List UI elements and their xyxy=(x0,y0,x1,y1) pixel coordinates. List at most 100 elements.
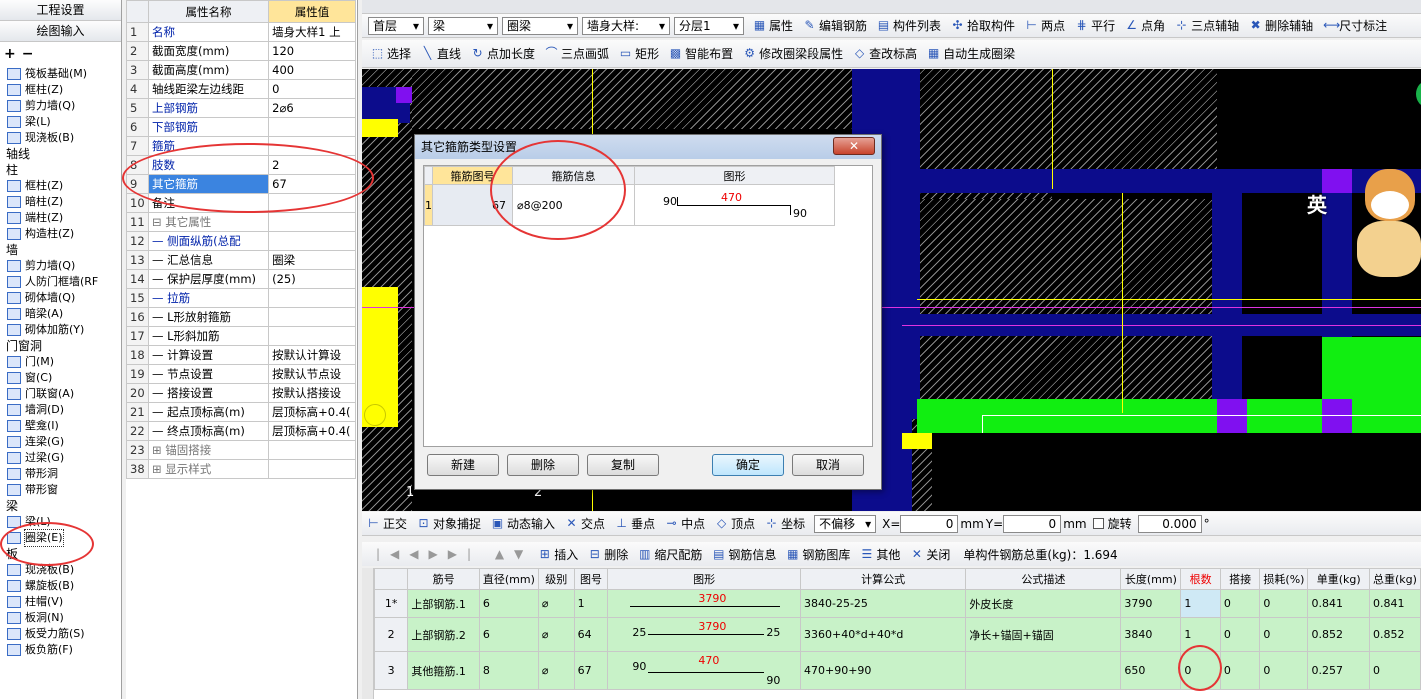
rebar-cell-code[interactable]: 1 xyxy=(573,589,609,618)
property-value[interactable]: 0 xyxy=(268,79,356,99)
toolbar-item[interactable]: ✣ 拾取构件 xyxy=(946,17,1020,34)
toolbar-item[interactable]: ✖ 删除辅轴 xyxy=(1244,17,1318,34)
tree-item[interactable]: 带形洞 xyxy=(0,466,121,482)
tree-item[interactable]: 墙洞(D) xyxy=(0,402,121,418)
rebar-cell-total[interactable]: 0.852 xyxy=(1368,617,1421,652)
dialog-close-button[interactable]: ✕ xyxy=(833,137,875,155)
tree-item[interactable]: 现浇板(B) xyxy=(0,130,121,146)
tree-item[interactable]: 板受力筋(S) xyxy=(0,626,121,642)
property-value[interactable]: 按默认节点设 xyxy=(268,364,356,384)
tree-item[interactable]: 梁 xyxy=(0,498,121,514)
stirrup-row[interactable]: 1 67 ⌀8@200 90 470 90 xyxy=(424,184,835,226)
rebar-cell-total[interactable]: 0.841 xyxy=(1368,589,1421,618)
rebar-cell-name[interactable]: 其他箍筋.1 xyxy=(407,651,480,690)
layer-select[interactable]: 分层1 ▾ xyxy=(674,16,744,35)
draw-tool-item[interactable]: ⌒ 三点画弧 xyxy=(540,45,614,62)
rebar-cell-code[interactable]: 67 xyxy=(573,651,609,690)
rebar-cell-unit[interactable]: 0.852 xyxy=(1307,617,1370,652)
property-value[interactable] xyxy=(268,231,356,251)
property-row[interactable]: 12— 侧面纵筋(总配 xyxy=(126,231,356,251)
property-row[interactable]: 23 ⊞ 锚固搭接 xyxy=(126,440,356,460)
draw-tool-item[interactable]: ╲ 直线 xyxy=(416,45,466,62)
tree-item[interactable]: 板洞(N) xyxy=(0,610,121,626)
delete-button[interactable]: 删除 xyxy=(507,454,579,476)
type-select[interactable]: 梁 ▾ xyxy=(428,16,498,35)
property-row[interactable]: 14— 保护层厚度(mm) (25) xyxy=(126,269,356,289)
rebar-shape-cell[interactable]: 3790 xyxy=(607,589,801,618)
rebar-cell-lap[interactable]: 0 xyxy=(1219,617,1261,652)
property-row[interactable]: 3 截面高度(mm) 400 xyxy=(126,60,356,80)
rebar-cell-formula[interactable]: 3840-25-25 xyxy=(799,589,967,618)
property-row[interactable]: 16— L形放射箍筋 xyxy=(126,307,356,327)
tree-item[interactable]: 剪力墙(Q) xyxy=(0,258,121,274)
tree-item[interactable]: 筏板基础(M) xyxy=(0,66,121,82)
tree-item[interactable]: 暗梁(A) xyxy=(0,306,121,322)
property-row[interactable]: 19— 节点设置 按默认节点设 xyxy=(126,364,356,384)
tree-item[interactable]: 梁(L) xyxy=(0,114,121,130)
tree-item[interactable]: 框柱(Z) xyxy=(0,82,121,98)
cancel-button[interactable]: 取消 xyxy=(792,454,864,476)
tree-item[interactable]: 柱帽(V) xyxy=(0,594,121,610)
rebar-cell-unit[interactable]: 0.841 xyxy=(1307,589,1370,618)
toolbar-item[interactable]: ▤ 构件列表 xyxy=(872,17,946,34)
rebar-cell-formula[interactable]: 470+90+90 xyxy=(799,651,967,690)
snap-item[interactable]: ✕ 交点 xyxy=(560,515,610,532)
tree-item[interactable]: 构造柱(Z) xyxy=(0,226,121,242)
property-row[interactable]: 17— L形斜加筋 xyxy=(126,326,356,346)
property-value[interactable] xyxy=(268,326,356,346)
toolbar-item[interactable]: ⟷ 尺寸标注 xyxy=(1318,17,1392,34)
draw-tool-item[interactable]: ⚙ 修改圈梁段属性 xyxy=(738,45,848,62)
tree-item[interactable]: 人防门框墙(RF xyxy=(0,274,121,290)
tree-item[interactable]: 壁龛(I) xyxy=(0,418,121,434)
property-value[interactable]: 墙身大样1 上 xyxy=(268,22,356,42)
rebar-row[interactable]: 1* 上部钢筋.1 6 ⌀ 1 3790 3840-25-25 外皮长度 3790 1 0 0 0.84… xyxy=(374,589,1421,618)
tree-item[interactable]: 砌体加筋(Y) xyxy=(0,322,121,338)
rebar-shape-cell[interactable]: 25 3790 25 xyxy=(607,617,801,652)
property-value[interactable]: 120 xyxy=(268,41,356,61)
rebar-cell-count[interactable]: 1 xyxy=(1180,589,1221,618)
draw-tool-item[interactable]: ▭ 矩形 xyxy=(614,45,664,62)
tree-item[interactable]: 螺旋板(B) xyxy=(0,578,121,594)
rebar-shape-cell[interactable]: 90 470 90 xyxy=(607,651,801,690)
tree-item[interactable]: 轴线 xyxy=(0,146,121,162)
rebar-cell-lap[interactable]: 0 xyxy=(1219,589,1261,618)
tree-item[interactable]: 窗(C) xyxy=(0,370,121,386)
property-row[interactable]: 38 ⊞ 显示样式 xyxy=(126,459,356,479)
rebar-tool-item[interactable]: ▥ 缩尺配筋 xyxy=(633,546,707,563)
x-input[interactable]: 0 xyxy=(900,514,959,533)
rebar-cell-grade[interactable]: ⌀ xyxy=(537,589,575,618)
rebar-tool-item[interactable]: ☰ 其他 xyxy=(855,546,905,563)
property-row[interactable]: 21— 起点顶标高(m) 层顶标高+0.4( xyxy=(126,402,356,422)
nav-arrows[interactable]: |◀◀▶▶| ▲▼ xyxy=(376,547,533,561)
rebar-cell-grade[interactable]: ⌀ xyxy=(537,617,575,652)
tree-item[interactable]: 暗柱(Z) xyxy=(0,194,121,210)
property-row[interactable]: 5 上部钢筋 2⌀6 xyxy=(126,98,356,118)
element-select[interactable]: 墙身大样: ▾ xyxy=(582,16,670,35)
subtype-select[interactable]: 圈梁 ▾ xyxy=(502,16,578,35)
property-value[interactable]: 按默认计算设 xyxy=(268,345,356,365)
rebar-cell-loss[interactable]: 0 xyxy=(1259,589,1309,618)
draw-tool-item[interactable]: ⬚ 选择 xyxy=(366,45,416,62)
y-input[interactable]: 0 xyxy=(1003,514,1062,533)
snap-item[interactable]: ◇ 顶点 xyxy=(710,515,760,532)
tree-item[interactable]: 过梁(G) xyxy=(0,450,121,466)
tree-item[interactable]: 带形窗 xyxy=(0,482,121,498)
tree-item[interactable]: 端柱(Z) xyxy=(0,210,121,226)
tree-item[interactable]: 门联窗(A) xyxy=(0,386,121,402)
property-value[interactable] xyxy=(268,440,356,460)
rebar-tool-item[interactable]: ⊟ 删除 xyxy=(583,546,633,563)
tree-item[interactable]: 砌体墙(Q) xyxy=(0,290,121,306)
draw-tool-item[interactable]: ◇ 查改标高 xyxy=(848,45,922,62)
toolbar-item[interactable]: ⊹ 三点辅轴 xyxy=(1170,17,1244,34)
property-row[interactable]: 18— 计算设置 按默认计算设 xyxy=(126,345,356,365)
ok-button[interactable]: 确定 xyxy=(712,454,784,476)
property-value[interactable] xyxy=(268,212,356,232)
snap-item[interactable]: ⊹ 坐标 xyxy=(760,515,810,532)
draw-tool-item[interactable]: ↻ 点加长度 xyxy=(466,45,540,62)
rebar-cell-lap[interactable]: 0 xyxy=(1219,651,1261,690)
property-row[interactable]: 22— 终点顶标高(m) 层顶标高+0.4( xyxy=(126,421,356,441)
snap-item[interactable]: ⊢ 正交 xyxy=(362,515,412,532)
tab-drawing-input[interactable]: 绘图输入 xyxy=(0,21,121,42)
rebar-cell-loss[interactable]: 0 xyxy=(1259,617,1309,652)
draw-tool-item[interactable]: ▦ 自动生成圈梁 xyxy=(922,45,1020,62)
